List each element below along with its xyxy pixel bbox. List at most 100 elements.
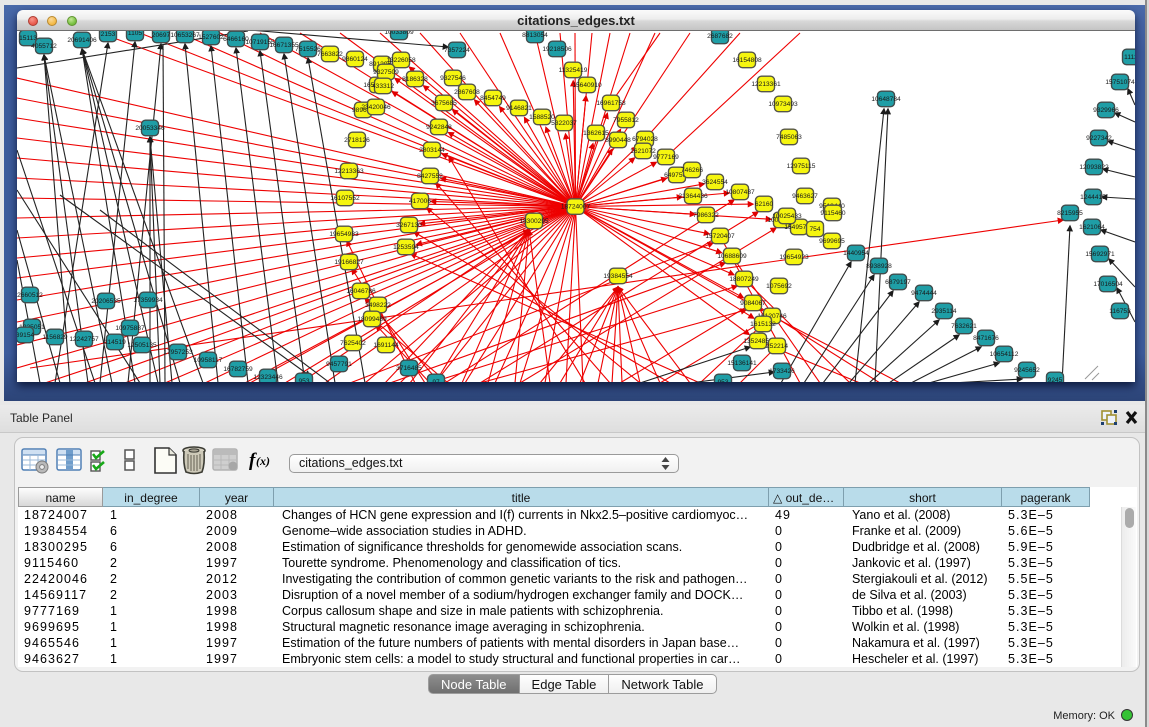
svg-text:1156829: 1156829	[42, 334, 68, 341]
svg-text:6879197: 6879197	[885, 279, 911, 286]
svg-text:15692971: 15692971	[1085, 251, 1115, 258]
svg-text:8990448: 8990448	[605, 137, 631, 144]
svg-text:754: 754	[809, 226, 820, 233]
svg-text:953: 953	[298, 378, 309, 382]
svg-text:10653267: 10653267	[170, 32, 200, 39]
svg-text:10807487: 10807487	[725, 189, 755, 196]
svg-text:10648784: 10648784	[871, 96, 901, 103]
svg-text:16107552: 16107552	[330, 195, 360, 202]
svg-text:11325419: 11325419	[559, 67, 588, 74]
svg-text:1440954: 1440954	[843, 250, 869, 257]
svg-text:9115460: 9115460	[820, 210, 846, 217]
svg-text:9245652: 9245652	[1014, 367, 1040, 374]
svg-text:2660512: 2660512	[17, 292, 43, 299]
svg-text:9699695: 9699695	[819, 238, 845, 245]
svg-text:9860124: 9860124	[342, 56, 368, 63]
svg-text:12213363: 12213363	[334, 168, 364, 175]
svg-text:6794028: 6794028	[632, 136, 658, 143]
svg-text:10973493: 10973493	[768, 101, 798, 108]
svg-text:746266: 746266	[681, 167, 703, 174]
svg-text:7663822: 7663822	[317, 51, 343, 58]
svg-text:2867608: 2867608	[454, 89, 480, 96]
svg-text:7357224: 7357224	[444, 47, 470, 54]
svg-text:12242757: 12242757	[69, 336, 99, 343]
svg-text:12975115: 12975115	[787, 163, 816, 170]
svg-text:9327546: 9327546	[440, 75, 466, 82]
svg-text:953: 953	[717, 379, 728, 382]
svg-text:1362615: 1362615	[583, 130, 609, 137]
svg-text:1691144: 1691144	[373, 342, 399, 349]
svg-text:21364436: 21364436	[678, 193, 708, 200]
svg-text:16154808: 16154808	[732, 57, 762, 64]
svg-text:3675685: 3675685	[431, 100, 457, 107]
svg-text:4055712: 4055712	[31, 43, 57, 50]
svg-text:252214: 252214	[766, 343, 788, 350]
svg-text:20053346: 20053346	[135, 125, 165, 132]
svg-text:23420046: 23420046	[361, 104, 391, 111]
svg-text:10033809: 10033809	[384, 31, 414, 36]
svg-text:15751074: 15751074	[1105, 79, 1135, 86]
svg-text:9777169: 9777169	[653, 154, 679, 161]
svg-text:15720407: 15720407	[705, 233, 735, 240]
svg-text:3498222: 3498222	[365, 302, 391, 309]
svg-text:8427552: 8427552	[417, 173, 443, 180]
svg-text:10688609: 10688609	[717, 253, 747, 260]
svg-text:13226058: 13226058	[386, 57, 416, 64]
svg-text:5322037: 5322037	[551, 120, 577, 127]
svg-text:17957253: 17957253	[163, 349, 193, 356]
svg-text:2803144: 2803144	[419, 147, 445, 154]
svg-text:15113: 15113	[19, 35, 37, 42]
svg-text:9245: 9245	[1048, 377, 1063, 382]
svg-text:2935114: 2935114	[931, 308, 957, 315]
svg-text:9474444: 9474444	[911, 290, 937, 297]
svg-text:8471676: 8471676	[973, 335, 999, 342]
svg-text:18300295: 18300295	[519, 218, 549, 225]
svg-text:18724007: 18724007	[561, 204, 591, 211]
svg-text:20691406: 20691406	[67, 37, 97, 44]
svg-text:8186328: 8186328	[402, 76, 428, 83]
svg-text:19384554: 19384554	[603, 273, 633, 280]
svg-text:15640910: 15640910	[572, 82, 602, 89]
svg-text:97: 97	[432, 379, 440, 382]
svg-text:16782759: 16782759	[223, 366, 253, 373]
svg-text:3624554: 3624554	[702, 179, 728, 186]
svg-text:7485063: 7485063	[776, 134, 802, 141]
svg-text:7986322: 7986322	[693, 212, 719, 219]
svg-text:39154: 39154	[17, 332, 34, 339]
svg-text:16046786: 16046786	[346, 288, 376, 295]
svg-text:12505135: 12505135	[127, 342, 157, 349]
svg-text:9463627: 9463627	[792, 193, 818, 200]
svg-text:18807249: 18807249	[729, 276, 759, 283]
svg-text:2153: 2153	[101, 31, 116, 38]
svg-text:1253594: 1253594	[393, 244, 419, 251]
svg-text:1112: 1112	[1124, 54, 1135, 61]
svg-text:12213361: 12213361	[751, 81, 781, 88]
svg-text:10958117: 10958117	[194, 357, 223, 364]
svg-text:9329966: 9329966	[1093, 107, 1119, 114]
svg-text:17359934: 17359934	[133, 297, 163, 304]
svg-text:3267130: 3267130	[396, 222, 422, 229]
svg-text:3716485: 3716485	[396, 365, 422, 372]
svg-text:1733426: 1733426	[769, 368, 795, 375]
svg-text:10654112: 10654112	[990, 351, 1019, 358]
svg-text:8813054: 8813054	[522, 32, 548, 39]
svg-text:19218506: 19218506	[542, 46, 572, 53]
svg-text:7955812: 7955812	[613, 117, 639, 124]
svg-text:9327509: 9327509	[373, 69, 399, 76]
svg-text:18099489: 18099489	[357, 316, 387, 323]
svg-text:9084067: 9084067	[740, 300, 766, 307]
svg-text:1615132: 1615132	[750, 321, 776, 328]
svg-text:9146821: 9146821	[506, 105, 532, 112]
svg-text:114519: 114519	[104, 339, 126, 346]
svg-text:17016504: 17016504	[1093, 281, 1123, 288]
svg-text:62160: 62160	[755, 201, 774, 208]
svg-text:2687682: 2687682	[707, 33, 733, 40]
svg-text:10025433: 10025433	[772, 213, 802, 220]
svg-text:20206535: 20206535	[91, 298, 121, 305]
svg-text:9227342: 9227342	[1086, 135, 1112, 142]
svg-text:19654983: 19654983	[329, 231, 359, 238]
svg-text:19166827: 19166827	[334, 259, 364, 266]
svg-text:9457791: 9457791	[326, 361, 352, 368]
svg-text:12323446: 12323446	[253, 374, 283, 381]
svg-text:1621064: 1621064	[1079, 224, 1105, 231]
